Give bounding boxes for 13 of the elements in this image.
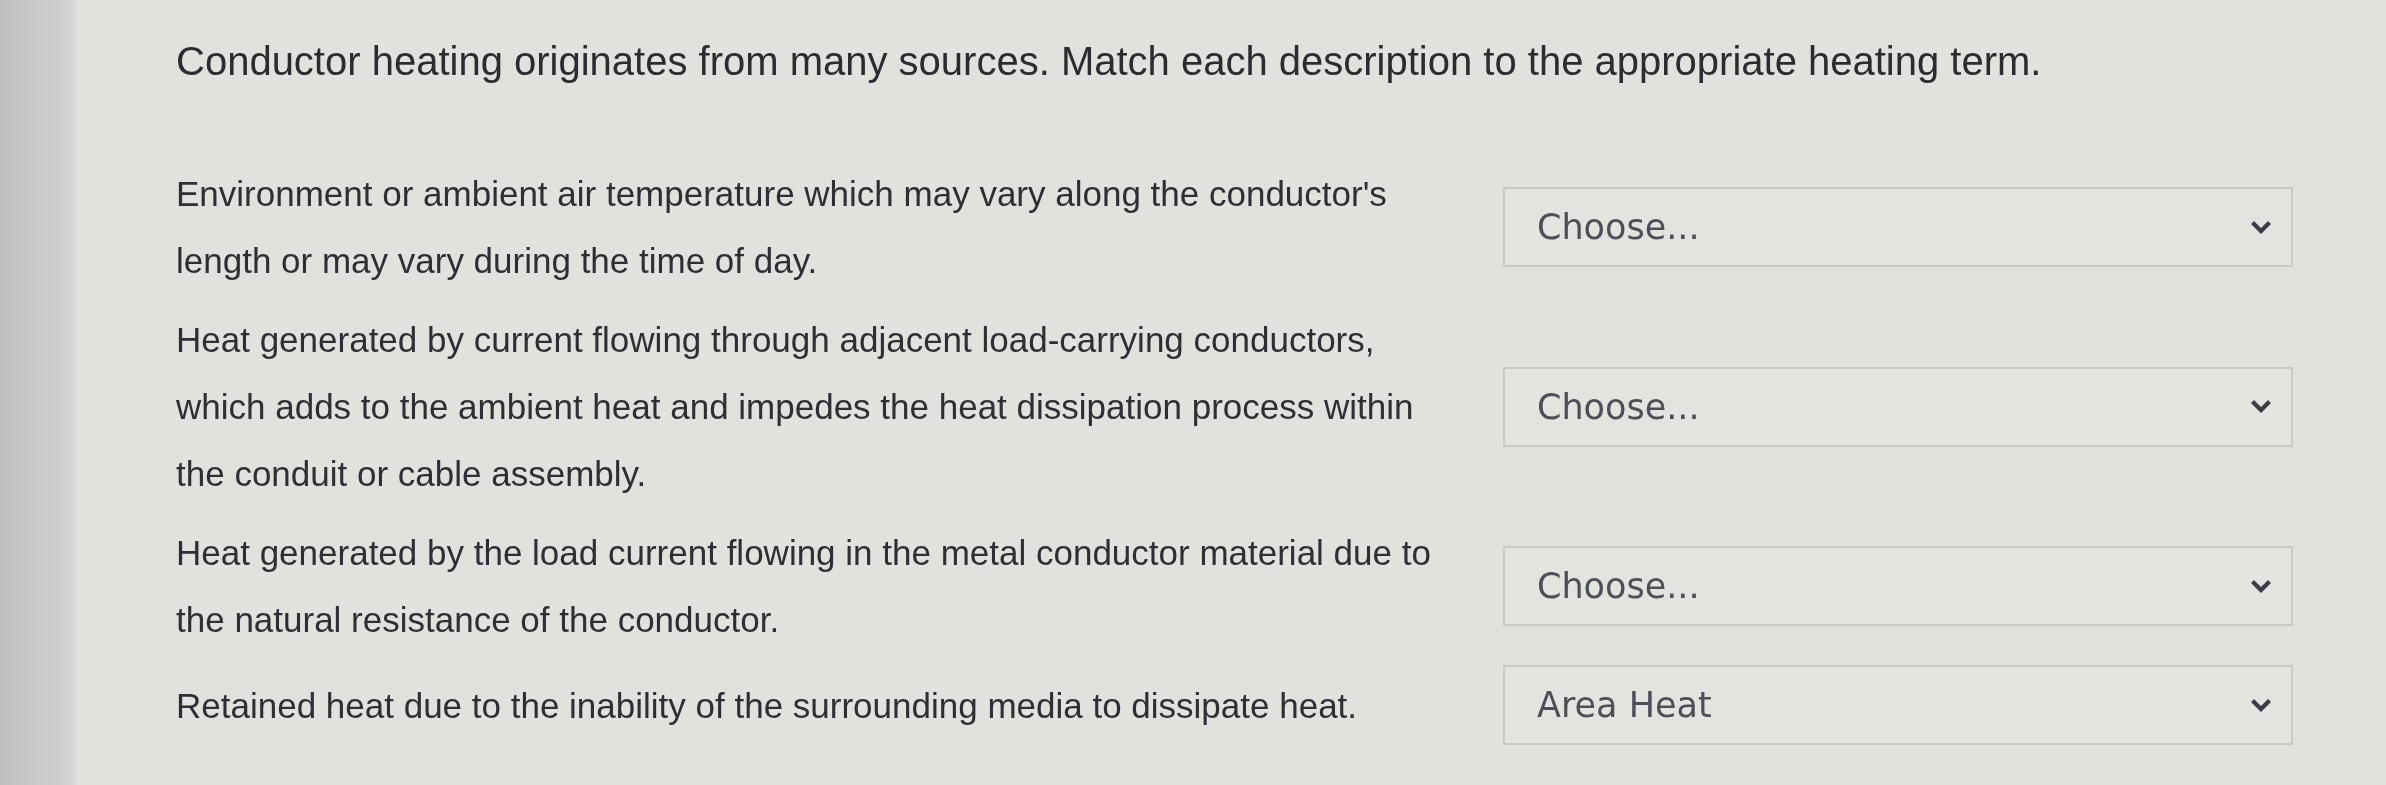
chevron-down-icon (2251, 698, 2271, 712)
answer-dropdown[interactable]: Choose... (1503, 366, 2293, 447)
answer-dropdown[interactable]: Choose... (1503, 187, 2293, 267)
answer-dropdown[interactable]: Area Heat (1503, 665, 2293, 745)
description-text: Heat generated by current flowing through adjacent load-carrying conductors, which adds to the ambient heat and impedes the heat dissipation process within the conduit or cable assembly. (176, 319, 1415, 495)
answer-dropdown[interactable]: Choose... (1503, 546, 2293, 626)
description-text: Environment or ambient air temperature which may vary along the conductor's length or may vary during the time of day. (176, 173, 1388, 282)
chevron-down-icon (2251, 400, 2271, 413)
chevron-down-icon (2251, 579, 2271, 593)
description-text: Retained heat due to the inability of the surrounding media to dissipate heat. (176, 684, 1359, 727)
question-text: Conductor heating originates from many sources. Match each description to the appropriate heating term. (176, 38, 2043, 85)
chevron-down-icon (2251, 220, 2271, 234)
description-text: Heat generated by the load current flowing in the metal conductor material due to the natural resistance of the conductor. (176, 532, 1432, 641)
